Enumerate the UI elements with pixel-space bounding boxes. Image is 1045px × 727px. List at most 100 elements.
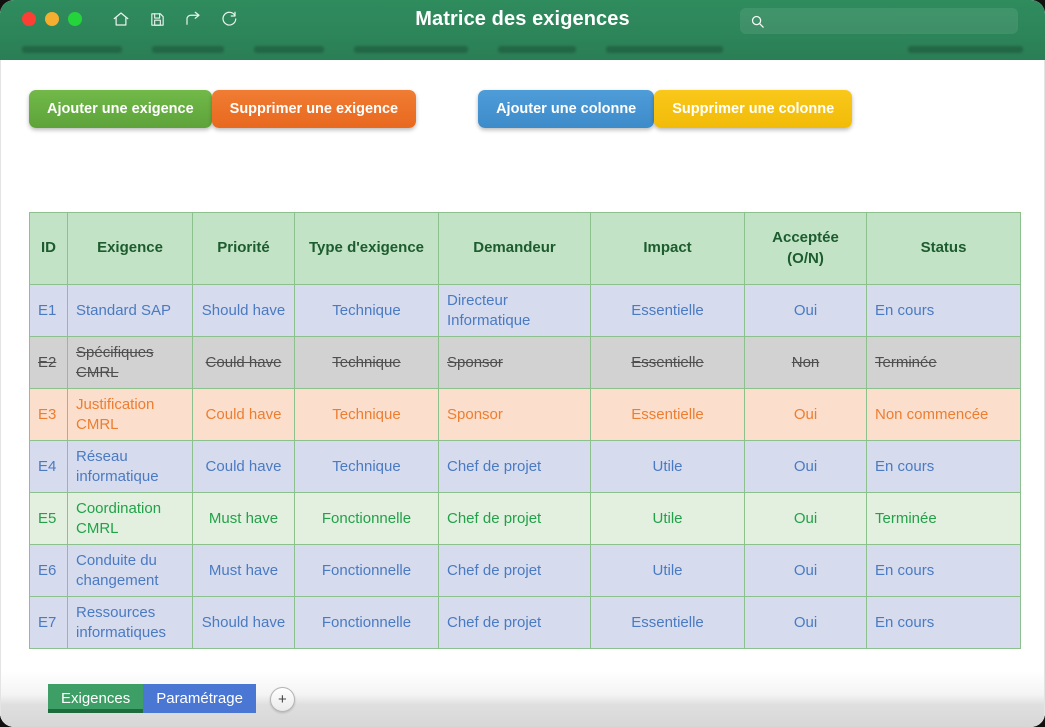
table-row[interactable]: E5 Coordination CMRL Must have Fonctionnell…: [29, 492, 1021, 545]
cell-demandeur[interactable]: Sponsor: [438, 388, 591, 441]
cell-status[interactable]: Terminée: [866, 492, 1021, 545]
sheet-tab-bar: Exigences Paramétrage +: [1, 671, 1044, 727]
table-row[interactable]: E4 Réseau informatique Could have Technique…: [29, 440, 1021, 493]
close-window-button[interactable]: [22, 12, 36, 26]
cell-type[interactable]: Fonctionnelle: [294, 596, 439, 649]
cell-acceptee[interactable]: Oui: [744, 284, 867, 337]
cell-impact[interactable]: Utile: [590, 440, 745, 493]
column-header-type[interactable]: Type d'exigence: [294, 212, 439, 285]
table-row[interactable]: E2 Spécifiques CMRL Could have Technique Spo…: [29, 336, 1021, 389]
cell-type[interactable]: Technique: [294, 440, 439, 493]
cell-demandeur[interactable]: Directeur Informatique: [438, 284, 591, 337]
table-row[interactable]: E1 Standard SAP Should have Technique Direct…: [29, 284, 1021, 337]
quick-access-toolbar: [112, 10, 238, 28]
cell-id[interactable]: E6: [29, 544, 68, 597]
search-box[interactable]: [740, 8, 1018, 34]
table-body: E1 Standard SAP Should have Technique Direct…: [29, 284, 1021, 649]
minimize-window-button[interactable]: [45, 12, 59, 26]
home-icon[interactable]: [112, 10, 130, 28]
cell-priorite[interactable]: Should have: [192, 284, 295, 337]
cell-demandeur[interactable]: Chef de projet: [438, 492, 591, 545]
menu-placeholder: [606, 45, 723, 53]
cell-id[interactable]: E3: [29, 388, 68, 441]
column-header-impact[interactable]: Impact: [590, 212, 745, 285]
column-header-priorite[interactable]: Priorité: [192, 212, 295, 285]
cell-id[interactable]: E7: [29, 596, 68, 649]
cell-acceptee[interactable]: Oui: [744, 492, 867, 545]
cell-exigence[interactable]: Conduite du changement: [67, 544, 193, 597]
save-icon[interactable]: [148, 10, 166, 28]
cell-status[interactable]: En cours: [866, 544, 1021, 597]
cell-acceptee[interactable]: Oui: [744, 544, 867, 597]
requirements-table: ID Exigence Priorité Type d'exigence Dem…: [29, 212, 1021, 649]
cell-exigence[interactable]: Spécifiques CMRL: [67, 336, 193, 389]
column-header-acceptee[interactable]: Acceptée (O/N): [744, 212, 867, 285]
cell-impact[interactable]: Essentielle: [590, 596, 745, 649]
cell-id[interactable]: E2: [29, 336, 68, 389]
cell-priorite[interactable]: Should have: [192, 596, 295, 649]
delete-column-button[interactable]: Supprimer une colonne: [654, 90, 853, 128]
cell-priorite[interactable]: Could have: [192, 388, 295, 441]
column-header-exigence[interactable]: Exigence: [67, 212, 193, 285]
menu-placeholder: [354, 45, 468, 53]
table-row[interactable]: E6 Conduite du changement Must have Fonctio…: [29, 544, 1021, 597]
delete-requirement-button[interactable]: Supprimer une exigence: [211, 90, 417, 128]
sheet-tab-parametrage[interactable]: Paramétrage: [143, 684, 256, 713]
menu-placeholder: [22, 45, 122, 53]
cell-impact[interactable]: Utile: [590, 544, 745, 597]
add-sheet-button[interactable]: +: [269, 687, 295, 712]
add-column-button[interactable]: Ajouter une colonne: [478, 90, 655, 128]
search-input[interactable]: [765, 8, 1018, 34]
menu-bar-blurred: [0, 38, 1045, 60]
cell-impact[interactable]: Utile: [590, 492, 745, 545]
cell-exigence[interactable]: Standard SAP: [67, 284, 193, 337]
requirements-matrix: ID Exigence Priorité Type d'exigence Dem…: [29, 212, 1021, 649]
cell-demandeur[interactable]: Chef de projet: [438, 544, 591, 597]
cell-impact[interactable]: Essentielle: [590, 284, 745, 337]
cell-acceptee[interactable]: Oui: [744, 388, 867, 441]
cell-demandeur[interactable]: Chef de projet: [438, 596, 591, 649]
cell-acceptee[interactable]: Non: [744, 336, 867, 389]
redo-icon[interactable]: [184, 10, 202, 28]
column-header-demandeur[interactable]: Demandeur: [438, 212, 591, 285]
cell-demandeur[interactable]: Sponsor: [438, 336, 591, 389]
cell-exigence[interactable]: Ressources informatiques: [67, 596, 193, 649]
cell-status[interactable]: En cours: [866, 596, 1021, 649]
cell-impact[interactable]: Essentielle: [590, 336, 745, 389]
sheet-tab-exigences[interactable]: Exigences: [48, 684, 144, 713]
cell-priorite[interactable]: Could have: [192, 336, 295, 389]
cell-id[interactable]: E5: [29, 492, 68, 545]
cell-id[interactable]: E1: [29, 284, 68, 337]
cell-status[interactable]: En cours: [866, 440, 1021, 493]
table-row[interactable]: E3 Justification CMRL Could have Technique S…: [29, 388, 1021, 441]
cell-id[interactable]: E4: [29, 440, 68, 493]
cell-type[interactable]: Technique: [294, 388, 439, 441]
title-bar-row: Matrice des exigences: [0, 0, 1045, 38]
acceptee-line-2: (O/N): [787, 249, 824, 267]
cell-status[interactable]: En cours: [866, 284, 1021, 337]
table-row[interactable]: E7 Ressources informatiques Should have Fon…: [29, 596, 1021, 649]
cell-type[interactable]: Technique: [294, 284, 439, 337]
column-header-status[interactable]: Status: [866, 212, 1021, 285]
add-requirement-button[interactable]: Ajouter une exigence: [29, 90, 212, 128]
cell-demandeur[interactable]: Chef de projet: [438, 440, 591, 493]
cell-status[interactable]: Terminée: [866, 336, 1021, 389]
column-header-id[interactable]: ID: [29, 212, 68, 285]
cell-type[interactable]: Fonctionnelle: [294, 544, 439, 597]
menu-placeholder: [908, 45, 1023, 53]
cell-exigence[interactable]: Réseau informatique: [67, 440, 193, 493]
cell-acceptee[interactable]: Oui: [744, 596, 867, 649]
cell-priorite[interactable]: Must have: [192, 544, 295, 597]
menu-placeholder: [498, 45, 576, 53]
cell-priorite[interactable]: Must have: [192, 492, 295, 545]
cell-exigence[interactable]: Justification CMRL: [67, 388, 193, 441]
refresh-icon[interactable]: [220, 10, 238, 28]
maximize-window-button[interactable]: [68, 12, 82, 26]
cell-priorite[interactable]: Could have: [192, 440, 295, 493]
cell-type[interactable]: Technique: [294, 336, 439, 389]
cell-impact[interactable]: Essentielle: [590, 388, 745, 441]
cell-type[interactable]: Fonctionnelle: [294, 492, 439, 545]
cell-acceptee[interactable]: Oui: [744, 440, 867, 493]
cell-status[interactable]: Non commencée: [866, 388, 1021, 441]
cell-exigence[interactable]: Coordination CMRL: [67, 492, 193, 545]
